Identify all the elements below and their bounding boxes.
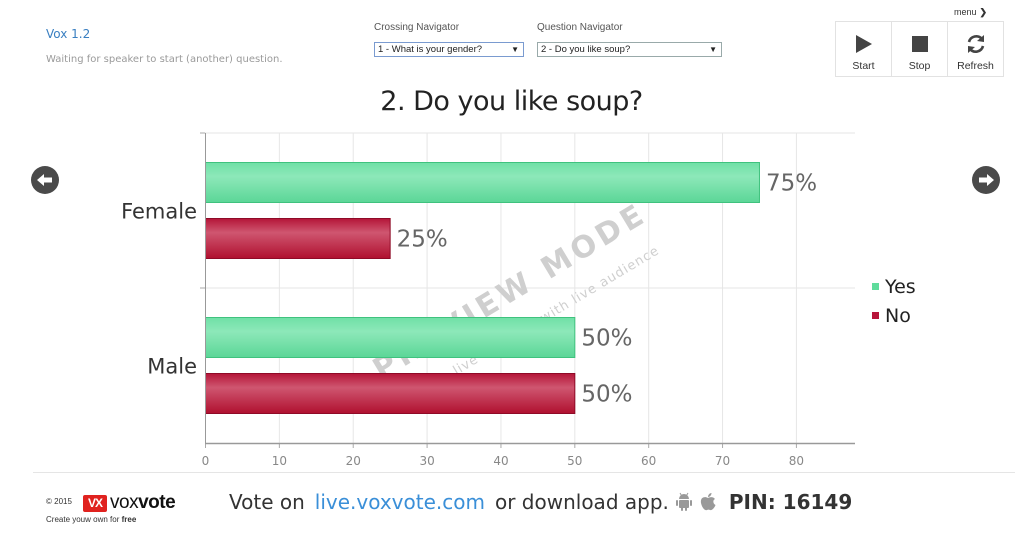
category-label-female: Female (121, 200, 197, 224)
data-label: 75% (766, 171, 817, 197)
copyright: © 2015 (46, 497, 72, 506)
legend-label-yes: Yes (885, 275, 916, 298)
bar-yes-female (205, 162, 760, 203)
bar-no-male (205, 373, 576, 414)
vote-link[interactable]: live.voxvote.com (315, 490, 485, 514)
x-tick-label: 0 (202, 454, 210, 468)
x-tick-label: 40 (493, 454, 508, 468)
logo-text-light: vox (110, 492, 139, 513)
legend-swatch-yes (872, 283, 879, 290)
tagline-bold: free (121, 515, 137, 524)
tagline[interactable]: Create youw own for free (46, 515, 136, 524)
logo-text-bold: vote (138, 492, 176, 513)
legend-item-no[interactable]: No (872, 301, 916, 330)
x-tick-label: 70 (715, 454, 730, 468)
vote-instructions: Vote on live.voxvote.com or download app… (229, 490, 852, 514)
android-icon[interactable] (675, 492, 693, 512)
pin-code: PIN: 16149 (728, 490, 853, 514)
data-label: 50% (581, 382, 632, 408)
x-tick-label: 10 (272, 454, 287, 468)
vote-suffix: or download app. (494, 490, 669, 514)
logo-mark-icon: VX (83, 494, 107, 512)
x-tick-label: 60 (641, 454, 656, 468)
bar-chart: PREVIEW MODE use live on stage with live… (121, 132, 855, 468)
data-label: 25% (397, 227, 448, 253)
category-label-male: Male (147, 355, 197, 379)
bar-yes-male (205, 317, 576, 358)
legend-label-no: No (885, 304, 911, 327)
logo-text: voxvote (110, 492, 176, 514)
x-tick-label: 30 (419, 454, 434, 468)
legend-swatch-no (872, 312, 879, 319)
vote-prefix: Vote on (229, 490, 305, 514)
footer-divider (33, 472, 1015, 473)
voxvote-logo[interactable]: VX voxvote (83, 492, 176, 514)
legend-item-yes[interactable]: Yes (872, 272, 916, 301)
x-tick-label: 80 (789, 454, 804, 468)
watermark-main: PREVIEW MODE (367, 196, 653, 387)
chart-legend: Yes No (872, 272, 916, 330)
x-tick-label: 20 (346, 454, 361, 468)
bar-no-female (205, 218, 391, 259)
x-tick-label: 50 (567, 454, 582, 468)
data-label: 50% (581, 326, 632, 352)
tagline-prefix: Create youw own for (46, 515, 122, 524)
apple-icon[interactable] (699, 492, 717, 512)
